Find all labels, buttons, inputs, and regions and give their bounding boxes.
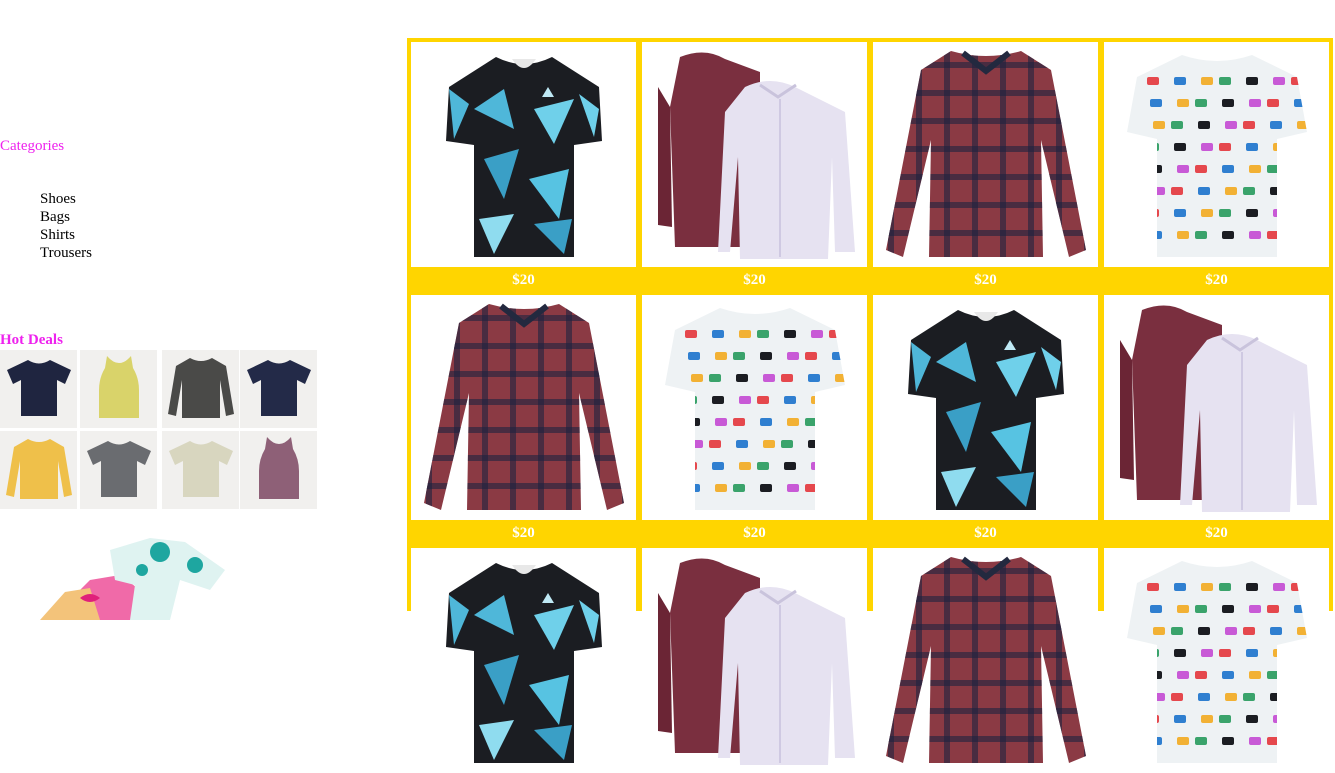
product-image[interactable] <box>642 548 867 773</box>
category-item-trousers[interactable]: Trousers <box>40 244 92 262</box>
sidebar: Categories Shoes Bags Shirts Trousers Ho… <box>0 0 400 620</box>
category-item-bags[interactable]: Bags <box>40 208 92 226</box>
product-grid: $20 $20 $20 $20 $20 $20 $20 $20 <box>407 38 1333 773</box>
product-image[interactable] <box>873 295 1098 520</box>
category-item-shirts[interactable]: Shirts <box>40 226 92 244</box>
product-price: $20 <box>1205 272 1228 288</box>
product-image[interactable] <box>642 295 867 520</box>
hot-deal-item[interactable] <box>80 431 157 509</box>
product-price: $20 <box>512 272 535 288</box>
product-image[interactable] <box>642 42 867 267</box>
product-price: $20 <box>743 272 766 288</box>
hot-deal-item[interactable] <box>240 350 317 428</box>
category-list: Shoes Bags Shirts Trousers <box>40 190 92 262</box>
product-image[interactable] <box>873 548 1098 773</box>
tshirt-grey-icon <box>83 437 155 504</box>
hot-deal-item[interactable] <box>80 350 157 428</box>
product-image[interactable] <box>1104 548 1329 773</box>
tshirt-navy-icon <box>3 356 75 423</box>
hot-deal-item[interactable] <box>0 350 77 428</box>
product-image[interactable] <box>411 42 636 267</box>
product-price: $20 <box>743 525 766 541</box>
product-price: $20 <box>974 525 997 541</box>
longsleeve-charcoal-icon <box>166 354 236 425</box>
category-item-shoes[interactable]: Shoes <box>40 190 92 208</box>
product-price: $20 <box>1205 525 1228 541</box>
tshirt-cream-icon <box>165 437 237 504</box>
longsleeve-yellow-icon <box>4 435 74 506</box>
tank-top-mauve-icon <box>249 435 309 506</box>
product-image[interactable] <box>411 295 636 520</box>
hot-deal-item[interactable] <box>240 431 317 509</box>
product-image[interactable] <box>873 42 1098 267</box>
product-image[interactable] <box>411 548 636 773</box>
product-image[interactable] <box>1104 295 1329 520</box>
tshirt-navy-icon <box>243 356 315 423</box>
categories-link[interactable]: Categories <box>0 138 64 155</box>
hot-deal-item[interactable] <box>0 431 77 509</box>
tie-dye-shirts-image <box>20 530 240 620</box>
hot-deals-title: Hot Deals <box>0 332 63 348</box>
hot-deal-item[interactable] <box>162 431 239 509</box>
tank-top-yellow-icon <box>89 354 149 425</box>
hot-deal-item[interactable] <box>162 350 239 428</box>
product-image[interactable] <box>1104 42 1329 267</box>
product-price: $20 <box>974 272 997 288</box>
product-price: $20 <box>512 525 535 541</box>
